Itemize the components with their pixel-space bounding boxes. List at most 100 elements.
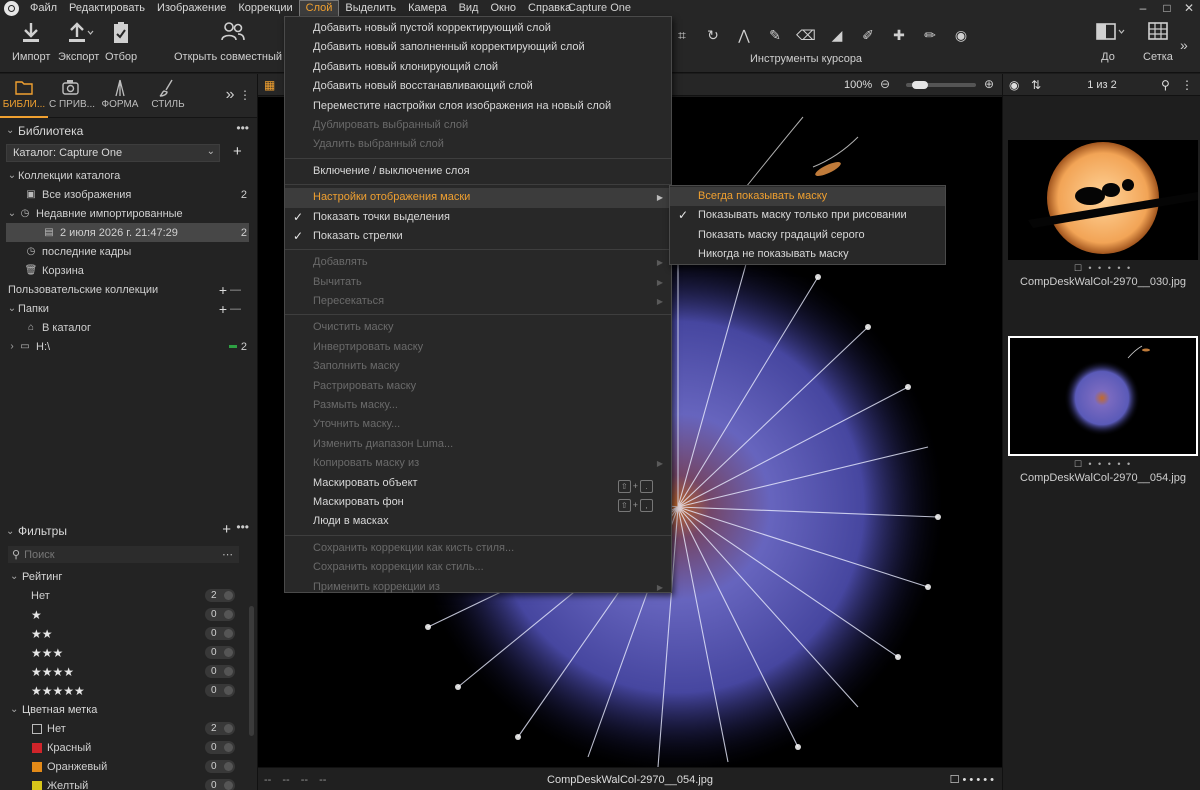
menu-never-show-mask[interactable]: Никогда не показывать маску [670,245,945,264]
menu-always-show-mask[interactable]: Всегда показывать маску [670,187,945,207]
rating-row-2[interactable]: ★★ 0 [0,624,257,643]
in-catalog[interactable]: ⌂ В каталог [0,318,257,337]
tab-shape[interactable]: ФОРМА [96,74,144,118]
zoom-level[interactable]: 100% [844,79,872,91]
remove-icon[interactable]: — [230,303,241,315]
menu-people-in-masks[interactable]: Люди в масках [285,512,671,531]
menu-layer[interactable]: Слой [298,0,340,17]
search-icon[interactable]: ⚲ [1161,78,1170,92]
heal-icon[interactable]: ✚ [887,27,911,44]
gradient-icon[interactable]: ◢ [825,27,849,44]
rating-header[interactable]: ⌄ Рейтинг [0,567,257,586]
thumbnail-2[interactable]: ☐ • • • • • CompDeskWalCol-2970__054.jpg [1007,336,1199,484]
more-icon[interactable]: ••• [236,121,249,135]
menu-show-arrows[interactable]: ✓ Показать стрелки [285,227,671,246]
more-icon[interactable]: ⋮ [1181,78,1193,92]
grid-button[interactable]: Сетка [1143,21,1173,63]
thumbnail-rating[interactable]: ☐ • • • • • [1007,459,1199,470]
library-header[interactable]: ⌄ Библиотека ••• [0,121,257,140]
trash[interactable]: 🗑 Корзина [0,261,257,280]
count-pill[interactable]: 0 [205,627,235,640]
menu-toggle-layer[interactable]: Включение / выключение слоя [285,162,671,181]
recent-frames[interactable]: ◷ последние кадры [0,242,257,261]
zoom-out-icon[interactable]: ⊖ [880,77,890,91]
color-tag-header[interactable]: ⌄ Цветная метка [0,700,257,719]
add-filter-icon[interactable]: + [222,521,231,538]
menu-show-grayscale-mask[interactable]: Показать маску градаций серого [670,226,945,245]
color-row-none[interactable]: Нет 2 [0,719,257,738]
search-input[interactable]: ⚲ Поиск ⋯ [8,546,239,563]
zoom-slider[interactable] [906,81,976,89]
menu-camera[interactable]: Камера [402,0,452,17]
menu-view[interactable]: Вид [453,0,485,17]
select-button[interactable]: Отбор [105,21,137,63]
menu-add-clone-layer[interactable]: Добавить новый клонирующий слой [285,58,671,77]
menu-mask-display-settings[interactable]: Настройки отображения маски ▶ [285,188,671,208]
tab-style[interactable]: СТИЛЬ [144,74,192,118]
menu-mask-object[interactable]: Маскировать объект ⇧ +. [285,474,671,493]
crop-icon[interactable]: ⌗ [670,27,694,44]
thumbnail-rating[interactable]: ☐ • • • • • [1007,263,1199,274]
annotate-icon[interactable]: ✏ [918,27,942,44]
count-pill[interactable]: 0 [205,741,235,754]
app-logo-icon[interactable] [4,1,19,16]
catalog-collections[interactable]: ⌄ Коллекции каталога [0,166,257,185]
more-icon[interactable]: ••• [236,520,249,534]
tab-library[interactable]: БИБЛИ... [0,74,48,118]
menu-move-settings-to-layer[interactable]: Переместите настройки слоя изображения н… [285,97,671,116]
menu-adjustments[interactable]: Коррекции [232,0,298,17]
menu-add-empty-layer[interactable]: Добавить новый пустой корректирующий сло… [285,19,671,38]
mask-icon[interactable]: ◉ [949,27,973,44]
color-row-orange[interactable]: Оранжевый 0 [0,757,257,776]
rotate-icon[interactable]: ↻ [701,27,725,44]
rating-row-1[interactable]: ★ 0 [0,605,257,624]
close-icon[interactable]: ✕ [1178,0,1200,17]
keystone-icon[interactable]: ⋀ [732,27,756,44]
filters-scrollbar[interactable] [249,606,254,736]
add-icon[interactable]: + [219,301,227,317]
import-button[interactable]: Импорт [12,21,50,63]
filters-header[interactable]: ⌄ Фильтры + ••• [0,520,257,542]
all-images[interactable]: ▣ Все изображения 2 [0,185,257,204]
export-button[interactable]: Экспорт [58,21,99,63]
color-row-yellow[interactable]: Желтый 0 [0,776,257,790]
import-session-row[interactable]: ▤ 2 июля 2026 г. 21:47:29 2 [6,223,249,242]
maximize-icon[interactable]: □ [1156,0,1178,17]
count-pill[interactable]: 2 [205,589,235,602]
zoom-in-icon[interactable]: ⊕ [984,77,994,91]
count-pill[interactable]: 0 [205,779,235,790]
grid-view-icon[interactable]: ▦ [264,79,276,91]
brush-icon[interactable]: ✎ [763,27,787,44]
toolbar-more-icon[interactable]: » [1180,37,1188,53]
menu-mask-background[interactable]: Маскировать фон ⇧ +, [285,493,671,513]
open-shared-button[interactable]: Открыть совместный д [174,21,292,63]
recent-imports[interactable]: ⌄ ◷ Недавние импортированные [0,204,257,223]
count-pill[interactable]: 2 [205,722,235,735]
thumbnail-1[interactable]: ☐ • • • • • CompDeskWalCol-2970__030.jpg [1007,140,1199,288]
add-icon[interactable]: + [219,282,227,298]
rating-row-none[interactable]: Нет 2 [0,586,257,605]
rating-row-3[interactable]: ★★★ 0 [0,643,257,662]
count-pill[interactable]: 0 [205,665,235,678]
rating-row-4[interactable]: ★★★★ 0 [0,662,257,681]
user-collections[interactable]: Пользовательские коллекции + — [0,280,257,299]
menu-edit[interactable]: Редактировать [63,0,151,17]
viewer-rating[interactable]: ☐ • • • • • [950,773,994,786]
count-pill[interactable]: 0 [205,608,235,621]
menu-window[interactable]: Окно [484,0,522,17]
drive-row[interactable]: › ▭ H:\ 2 [0,337,257,356]
before-button[interactable]: До [1095,21,1125,63]
catalog-select[interactable]: Каталог: Capture One ⌄ [6,144,220,162]
menu-image[interactable]: Изображение [151,0,232,17]
color-row-red[interactable]: Красный 0 [0,738,257,757]
menu-select[interactable]: Выделить [339,0,402,17]
count-pill[interactable]: 0 [205,646,235,659]
menu-add-filled-layer[interactable]: Добавить новый заполненный корректирующи… [285,38,671,57]
search-options-icon[interactable]: ⋯ [222,548,233,561]
picker-icon[interactable]: ✐ [856,27,880,44]
add-catalog-icon[interactable]: + [233,143,242,160]
menu-show-mask-while-drawing[interactable]: ✓ Показывать маску только при рисовании [670,206,945,225]
minimize-icon[interactable]: – [1132,0,1154,17]
tab-capture[interactable]: С ПРИВ... [48,74,96,118]
count-pill[interactable]: 0 [205,684,235,697]
